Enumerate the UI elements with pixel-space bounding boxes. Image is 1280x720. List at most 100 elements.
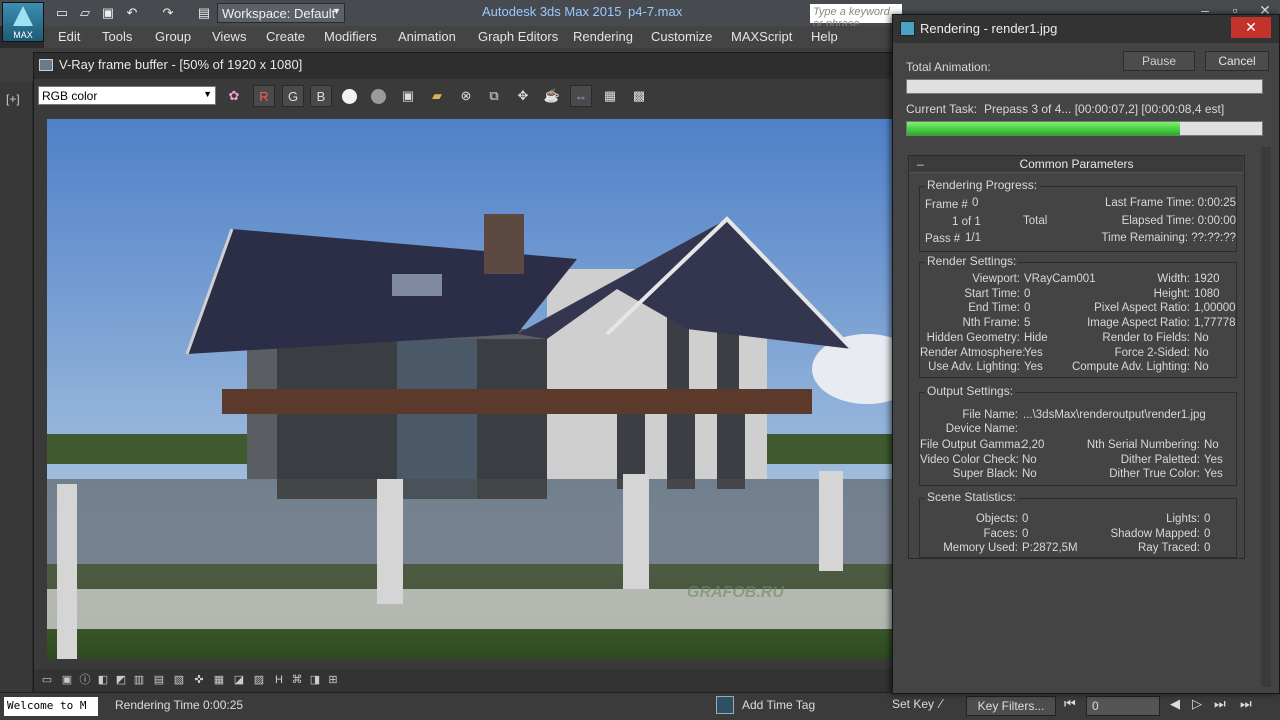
menu-group[interactable]: Group (155, 29, 191, 44)
pixel-aspect-icon[interactable]: ⌘ (290, 673, 304, 687)
image-watermark: GRAFOB.RU (687, 584, 784, 601)
render-image[interactable]: GRAFOB.RU (47, 119, 892, 659)
close-button[interactable]: ✕ (1231, 17, 1271, 38)
menu-views[interactable]: Views (212, 29, 246, 44)
duplicate-to-max-vfb-icon[interactable]: ⧉ (483, 85, 505, 107)
set-key-button[interactable]: Set Key (892, 697, 934, 711)
render-time-status: Rendering Time 0:00:25 (115, 698, 244, 712)
rollout-header[interactable]: – Common Parameters (910, 156, 1243, 173)
logo-label: MAX (13, 30, 33, 40)
color-corrections-icon[interactable]: ✿ (223, 85, 245, 107)
stereo-icon[interactable]: ◨ (308, 673, 322, 687)
group-title: Output Settings: (925, 384, 1016, 398)
current-task-value: Prepass 3 of 4... [00:00:07,2] [00:00:08… (984, 102, 1225, 116)
last-frame-time: Last Frame Time: 0:00:25 (1104, 197, 1236, 209)
settings-right-value-1: 1080 (1194, 287, 1220, 300)
open-file-icon[interactable]: ▱ (77, 5, 93, 20)
red-channel-button[interactable]: R (253, 85, 275, 107)
cancel-button[interactable]: Cancel (1205, 51, 1269, 71)
viewport-label[interactable]: [+] (6, 92, 20, 106)
lens-effects-icon[interactable]: ▣ (60, 673, 74, 687)
render-dialog-icon (900, 21, 915, 36)
menu-modifiers[interactable]: Modifiers (324, 29, 377, 44)
load-image-icon[interactable]: ▰ (426, 85, 448, 107)
render-last-icon[interactable]: ☕ (541, 85, 563, 107)
clear-image-icon[interactable]: ⊗ (455, 85, 477, 107)
status-bar: Welcome to M Rendering Time 0:00:25 Add … (0, 692, 1280, 720)
output-left-value-0: 2,20 (1022, 439, 1045, 451)
channel-select[interactable]: RGB color ▼ (38, 86, 216, 105)
save-image-icon[interactable]: ▣ (397, 85, 419, 107)
current-frame-field[interactable]: 0 (1086, 696, 1160, 716)
region-render-icon[interactable]: ⇔ (570, 85, 592, 107)
menu-animation[interactable]: Animation (398, 29, 456, 44)
output-left-label-1: Video Color Check: (920, 453, 1019, 466)
stats-right-label-2: Ray Traced: (1138, 542, 1200, 555)
white-balance-icon[interactable]: ◩ (114, 673, 128, 687)
compare-icon[interactable]: ⊞ (326, 673, 340, 687)
device-name-label: Device Name: (945, 423, 1018, 435)
dialog-titlebar: Rendering - render1.jpg ✕ (893, 15, 1279, 43)
history-icon[interactable]: ▭ (40, 673, 54, 687)
menu-customize[interactable]: Customize (651, 29, 712, 44)
exposure-icon[interactable]: ◧ (96, 673, 110, 687)
ocio-icon[interactable]: ◪ (232, 673, 246, 687)
settings-left-value-1: 0 (1024, 287, 1031, 300)
add-time-tag-button[interactable]: Add Time Tag (742, 698, 815, 712)
redo-icon[interactable]: ↷ (160, 5, 176, 20)
channel-value: RGB color (42, 89, 98, 103)
pause-button[interactable]: Pause (1123, 51, 1195, 71)
play-icon[interactable]: ▷ (1192, 696, 1210, 712)
time-tag-icon[interactable] (716, 696, 734, 714)
menu-graph-editors[interactable]: Graph Editors (478, 29, 558, 44)
icc-icon[interactable]: ▨ (252, 673, 266, 687)
track-mouse-icon[interactable]: ✥ (512, 85, 534, 107)
blue-channel-button[interactable]: B (310, 85, 332, 107)
green-channel-button[interactable]: G (282, 85, 304, 107)
mono-mode-icon[interactable] (371, 89, 386, 104)
maxscript-listener-mini[interactable]: Welcome to M (4, 697, 98, 716)
settings-left-value-3: 5 (1024, 317, 1031, 330)
new-file-icon[interactable]: ▭ (54, 5, 70, 20)
hsl-icon[interactable]: ▥ (132, 673, 146, 687)
alpha-channel-icon[interactable] (342, 89, 357, 104)
settings-right-label-0: Width: (1157, 273, 1190, 285)
rendering-progress-group: Rendering Progress: Frame # 0 1 of 1 Tot… (919, 178, 1237, 252)
workspace-select[interactable]: Workspace: Default ▼ (217, 3, 345, 23)
settings-left-value-4: Hide (1024, 331, 1048, 344)
menu-tools[interactable]: Tools (102, 29, 132, 44)
prev-frame-icon[interactable]: ◀ (1170, 696, 1188, 712)
common-parameters-rollout: – Common Parameters Rendering Progress: … (908, 155, 1245, 559)
max-logo-icon[interactable]: MAX (2, 2, 44, 42)
output-right-label-1: Dither Paletted: (1120, 453, 1200, 466)
rendering-dialog: Rendering - render1.jpg ✕ Total Animatio… (892, 14, 1280, 694)
menu-rendering[interactable]: Rendering (573, 29, 633, 44)
curves-icon[interactable]: ▧ (172, 673, 186, 687)
output-left-label-0: File Output Gamma: (920, 439, 1024, 451)
show-corrections-icon[interactable]: ▩ (628, 85, 650, 107)
levels-icon[interactable]: ▤ (152, 673, 166, 687)
dialog-scrollbar[interactable] (1261, 147, 1271, 687)
frame-value: 0 (972, 197, 979, 209)
keyword-search-input[interactable]: Type a keyword or phrase (810, 4, 902, 30)
menu-create[interactable]: Create (266, 29, 305, 44)
info-icon[interactable]: ⓘ (78, 673, 92, 687)
undo-icon[interactable]: ↶ (124, 5, 140, 20)
menu-help[interactable]: Help (811, 29, 838, 44)
go-to-end-icon[interactable]: ⏭ (1240, 696, 1258, 712)
save-icon[interactable]: ▣ (100, 5, 116, 20)
next-frame-icon[interactable]: ⏭ (1214, 696, 1232, 712)
menu-edit[interactable]: Edit (58, 29, 80, 44)
set-key-icon[interactable]: ⁄ (940, 696, 958, 711)
settings-left-value-5: Yes (1024, 346, 1043, 359)
lut-icon[interactable]: ▦ (212, 673, 226, 687)
menu-maxscript[interactable]: MAXScript (731, 29, 792, 44)
link-to-settings-icon[interactable]: ▦ (599, 85, 621, 107)
go-to-start-icon[interactable]: ⏮ (1064, 696, 1082, 712)
h-icon[interactable]: H (272, 673, 286, 687)
time-remaining: Time Remaining: ??:??:?? (1101, 232, 1236, 244)
background-icon[interactable]: ✜ (192, 673, 206, 687)
key-filters-button[interactable]: Key Filters... (966, 696, 1056, 716)
stats-right-value-1: 0 (1204, 527, 1211, 540)
project-folder-icon[interactable]: ▤ (196, 5, 212, 20)
